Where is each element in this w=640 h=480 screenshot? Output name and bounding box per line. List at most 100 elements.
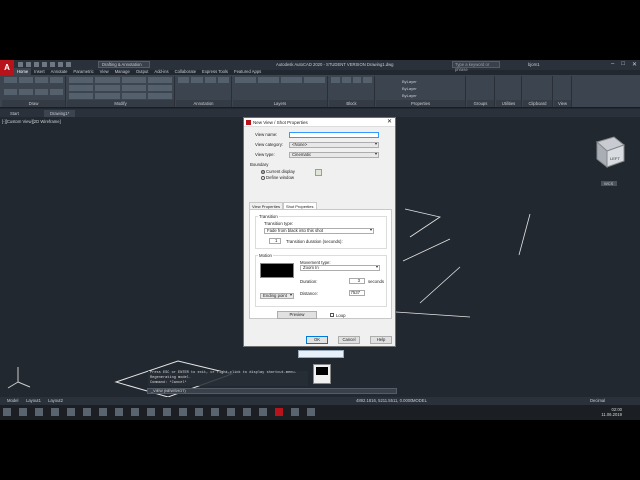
ribbon-group-label[interactable]: Modify <box>67 100 174 107</box>
ribbon-group-label[interactable]: View <box>554 100 571 107</box>
edit-block-icon[interactable] <box>352 77 362 83</box>
stretch-icon[interactable] <box>69 93 94 99</box>
minimize-button[interactable]: – <box>611 61 614 68</box>
movement-type-select[interactable]: Zoom In <box>300 265 380 271</box>
task-view-icon[interactable] <box>35 408 43 416</box>
tab-layout1[interactable]: Layout1 <box>26 398 41 403</box>
store-icon[interactable] <box>83 408 91 416</box>
polyline-icon[interactable] <box>19 77 33 83</box>
show-motion-bar[interactable] <box>298 350 344 358</box>
ribbon-group-label[interactable]: Properties <box>376 100 465 107</box>
radio-icon[interactable] <box>261 175 265 180</box>
rotate-icon[interactable] <box>95 77 120 83</box>
ribbon-group-label[interactable]: Annotation <box>176 100 231 107</box>
view-name-input[interactable] <box>289 132 379 138</box>
save-icon[interactable] <box>34 62 39 67</box>
start-icon[interactable] <box>3 408 11 416</box>
save-as-icon[interactable] <box>42 62 47 67</box>
lineweight-dropdown[interactable]: ByLayer <box>402 85 417 92</box>
layer-properties-icon[interactable] <box>235 77 256 83</box>
tab-shot-properties[interactable]: Shot Properties <box>282 202 317 209</box>
copy-icon[interactable] <box>69 85 94 91</box>
command-input[interactable]: _VIEW (NEWSHOT) <box>147 388 397 394</box>
dialog-close-button[interactable]: ✕ <box>387 118 392 127</box>
tab-view-properties[interactable]: View Properties <box>249 202 283 209</box>
model-space-toggle[interactable]: MODEL <box>412 398 427 403</box>
app-icon[interactable] <box>163 408 171 416</box>
mirror-icon[interactable] <box>95 85 120 91</box>
new-icon[interactable] <box>18 62 23 67</box>
tab-insert[interactable]: Insert <box>31 68 47 75</box>
print-icon[interactable] <box>50 62 55 67</box>
spline-icon[interactable] <box>49 89 63 95</box>
rectangle-icon[interactable] <box>4 89 18 95</box>
make-current-icon[interactable] <box>281 77 302 83</box>
app-icon[interactable] <box>307 408 315 416</box>
ribbon-group-label[interactable]: Utilities <box>496 100 521 107</box>
app-icon[interactable] <box>243 408 251 416</box>
insert-icon[interactable] <box>331 77 340 83</box>
app-icon[interactable] <box>195 408 203 416</box>
arc-icon[interactable] <box>49 77 63 83</box>
ribbon-group-label[interactable]: Clipboard <box>523 100 552 107</box>
undo-icon[interactable] <box>58 62 63 67</box>
acrobat-icon[interactable] <box>99 408 107 416</box>
text-icon[interactable] <box>178 77 190 83</box>
explode-icon[interactable] <box>147 85 172 91</box>
ribbon-group-label[interactable]: Draw <box>2 100 65 107</box>
cancel-button[interactable]: Cancel <box>338 336 360 344</box>
layer-dropdown-icon[interactable] <box>258 77 279 83</box>
hatch-icon[interactable] <box>19 89 33 95</box>
app-icon[interactable] <box>179 408 187 416</box>
view-type-select[interactable]: Cinematic <box>289 152 379 158</box>
tab-annotate[interactable]: Annotate <box>48 68 71 75</box>
app-icon[interactable] <box>259 408 267 416</box>
dimension-icon[interactable] <box>191 77 203 83</box>
trim-icon[interactable] <box>121 77 146 83</box>
autocad-taskbar-icon[interactable] <box>275 408 283 416</box>
tab-model[interactable]: Model <box>7 398 18 403</box>
autocad-logo[interactable]: A <box>0 60 14 76</box>
color-dropdown[interactable]: ByLayer <box>402 78 417 85</box>
define-window-icon[interactable] <box>315 169 322 176</box>
transition-duration-input[interactable]: 1 <box>269 238 281 244</box>
open-icon[interactable] <box>26 62 31 67</box>
loop-checkbox[interactable] <box>330 313 334 317</box>
leader-icon[interactable] <box>204 77 216 83</box>
system-clock[interactable]: 02:00 11.06.2019 <box>601 407 622 417</box>
tab-home[interactable]: Home <box>14 68 32 75</box>
linetype-dropdown[interactable]: ByLayer <box>402 92 417 99</box>
array-icon[interactable] <box>121 93 146 99</box>
scale-icon[interactable] <box>95 93 120 99</box>
units-display[interactable]: Decimal <box>590 398 605 403</box>
duration-input[interactable]: 3 <box>349 278 365 284</box>
tab-express-tools[interactable]: Express Tools <box>199 68 231 75</box>
maximize-button[interactable]: □ <box>621 61 625 68</box>
edit-attributes-icon[interactable] <box>363 77 372 83</box>
erase-icon[interactable] <box>147 77 172 83</box>
ribbon-group-label[interactable]: Groups <box>467 100 494 107</box>
distance-input[interactable]: 7537 <box>349 290 365 296</box>
ellipse-icon[interactable] <box>34 89 48 95</box>
circle-icon[interactable] <box>34 77 48 83</box>
radio-selected-icon[interactable] <box>261 169 265 174</box>
tab-parametric[interactable]: Parametric <box>70 68 96 75</box>
search-icon[interactable] <box>19 408 27 416</box>
tab-output[interactable]: Output <box>133 68 152 75</box>
tab-manage[interactable]: Manage <box>112 68 133 75</box>
tab-layout2[interactable]: Layout2 <box>48 398 63 403</box>
ribbon-group-label[interactable]: Block <box>329 100 374 107</box>
user-account[interactable]: bjorn1 <box>528 62 540 67</box>
fillet-icon[interactable] <box>121 85 146 91</box>
offset-icon[interactable] <box>147 93 172 99</box>
file-tab-start[interactable]: Start <box>4 110 25 117</box>
premiere-icon[interactable] <box>115 408 123 416</box>
tab-view[interactable]: View <box>97 68 112 75</box>
ending-point-select[interactable]: Ending point <box>260 293 294 299</box>
search-input[interactable]: Type a keyword or phrase <box>452 61 500 72</box>
tab-featured-apps[interactable]: Featured Apps <box>231 68 264 75</box>
preview-button[interactable]: Preview <box>277 311 317 319</box>
move-icon[interactable] <box>69 77 94 83</box>
workspace-dropdown[interactable]: Drafting & Annotation <box>98 61 150 68</box>
create-block-icon[interactable] <box>341 77 351 83</box>
